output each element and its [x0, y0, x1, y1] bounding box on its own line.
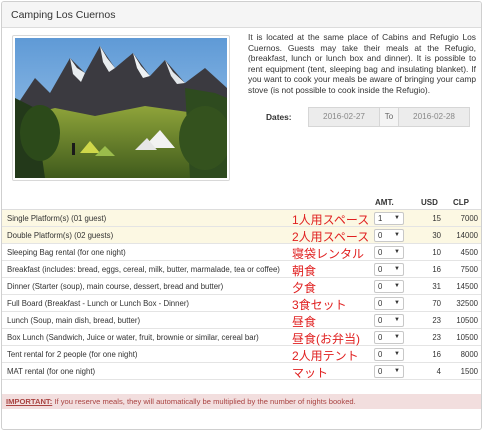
amount-select[interactable]: 0 ▼ [374, 314, 404, 327]
dates-row: Dates: 2016-02-27 To 2016-02-28 [248, 107, 476, 127]
table-row: Sleeping Bag rental (for one night) 寝袋レン… [2, 244, 481, 261]
chevron-down-icon: ▼ [394, 334, 400, 340]
dates-label: Dates: [266, 112, 292, 122]
price-usd: 31 [432, 282, 441, 291]
amount-select[interactable]: 0 ▼ [374, 331, 404, 344]
japanese-annotation: 夕食 [292, 281, 317, 295]
price-clp: 1500 [460, 367, 478, 376]
service-name: Box Lunch (Sandwich, Juice or water, fru… [7, 333, 259, 342]
service-name: MAT rental (for one night) [7, 367, 96, 376]
japanese-annotation: 昼食(お弁当) [292, 332, 360, 346]
amount-select[interactable]: 0 ▼ [374, 229, 404, 242]
amount-value: 0 [378, 265, 383, 274]
amount-value: 0 [378, 367, 383, 376]
table-row: Single Platform(s) (01 guest) 1人用スペース 1 ▼… [2, 210, 481, 227]
amount-value: 0 [378, 316, 383, 325]
header-usd: USD [421, 198, 438, 207]
amount-value: 0 [378, 231, 383, 240]
chevron-down-icon: ▼ [394, 215, 400, 221]
service-name: Full Board (Breakfast - Lunch or Lunch B… [7, 299, 190, 308]
price-usd: 30 [432, 231, 441, 240]
amount-select[interactable]: 0 ▼ [374, 348, 404, 361]
date-to-label: To [380, 107, 398, 127]
price-clp: 8000 [460, 350, 478, 359]
price-clp: 4500 [460, 248, 478, 257]
service-name: Tent rental for 2 people (for one night) [7, 350, 138, 359]
price-clp: 14000 [456, 231, 478, 240]
table-header: AMT. USD CLP [2, 192, 481, 210]
price-clp: 32500 [456, 299, 478, 308]
amount-value: 0 [378, 350, 383, 359]
japanese-annotation: マット [292, 366, 329, 380]
amount-value: 0 [378, 248, 383, 257]
service-name: Lunch (Soup, main dish, bread, butter) [7, 316, 141, 325]
japanese-annotation: 寝袋レンタル [292, 247, 365, 261]
japanese-annotation: 2人用テント [292, 349, 359, 363]
price-usd: 4 [436, 367, 441, 376]
price-usd: 70 [432, 299, 441, 308]
price-usd: 16 [432, 265, 441, 274]
price-usd: 15 [432, 214, 441, 223]
amount-value: 0 [378, 282, 383, 291]
chevron-down-icon: ▼ [394, 351, 400, 357]
table-row: MAT rental (for one night) マット 0 ▼ 4 1500 [2, 363, 481, 380]
amount-select[interactable]: 1 ▼ [374, 212, 404, 225]
chevron-down-icon: ▼ [394, 368, 400, 374]
date-to-input[interactable]: 2016-02-28 [398, 107, 470, 127]
header-clp: CLP [453, 198, 469, 207]
amount-select[interactable]: 0 ▼ [374, 280, 404, 293]
booking-panel: Camping Los Cuernos It is located at the… [1, 1, 482, 430]
amount-value: 0 [378, 299, 383, 308]
japanese-annotation: 1人用スペース [292, 213, 370, 227]
notice-text: If you reserve meals, they will automati… [52, 397, 356, 406]
price-clp: 10500 [456, 333, 478, 342]
price-usd: 16 [432, 350, 441, 359]
amount-select[interactable]: 0 ▼ [374, 263, 404, 276]
service-name: Single Platform(s) (01 guest) [7, 214, 107, 223]
campsite-photo-image [15, 38, 227, 178]
chevron-down-icon: ▼ [394, 283, 400, 289]
services-table: AMT. USD CLP Single Platform(s) (01 gues… [2, 192, 481, 380]
table-row: Full Board (Breakfast - Lunch or Lunch B… [2, 295, 481, 312]
panel-title: Camping Los Cuernos [2, 2, 481, 28]
price-clp: 10500 [456, 316, 478, 325]
campsite-photo [12, 35, 230, 181]
japanese-annotation: 昼食 [292, 315, 317, 329]
table-row: Breakfast (includes: bread, eggs, cereal… [2, 261, 481, 278]
price-usd: 10 [432, 248, 441, 257]
japanese-annotation: 3食セット [292, 298, 347, 312]
japanese-annotation: 2人用スペース [292, 230, 370, 244]
table-row: Tent rental for 2 people (for one night)… [2, 346, 481, 363]
table-row: Lunch (Soup, main dish, bread, butter) 昼… [2, 312, 481, 329]
table-row: Double Platform(s) (02 guests) 2人用スペース 0… [2, 227, 481, 244]
notice-strong: IMPORTANT: [6, 397, 53, 406]
amount-select[interactable]: 0 ▼ [374, 365, 404, 378]
price-clp: 7000 [460, 214, 478, 223]
service-name: Sleeping Bag rental (for one night) [7, 248, 126, 257]
price-usd: 23 [432, 316, 441, 325]
camp-description: It is located at the same place of Cabin… [248, 32, 476, 95]
meal-notice: IMPORTANT: If you reserve meals, they wi… [2, 394, 481, 409]
amount-select[interactable]: 0 ▼ [374, 246, 404, 259]
price-clp: 7500 [460, 265, 478, 274]
amount-value: 1 [378, 214, 383, 223]
service-name: Breakfast (includes: bread, eggs, cereal… [7, 265, 280, 274]
chevron-down-icon: ▼ [394, 249, 400, 255]
header-amt: AMT. [375, 198, 394, 207]
date-from-input[interactable]: 2016-02-27 [308, 107, 380, 127]
chevron-down-icon: ▼ [394, 300, 400, 306]
table-row: Box Lunch (Sandwich, Juice or water, fru… [2, 329, 481, 346]
service-name: Dinner (Starter (soup), main course, des… [7, 282, 224, 291]
amount-value: 0 [378, 333, 383, 342]
price-clp: 14500 [456, 282, 478, 291]
chevron-down-icon: ▼ [394, 317, 400, 323]
japanese-annotation: 朝食 [292, 264, 317, 278]
price-usd: 23 [432, 333, 441, 342]
table-row: Dinner (Starter (soup), main course, des… [2, 278, 481, 295]
chevron-down-icon: ▼ [394, 266, 400, 272]
chevron-down-icon: ▼ [394, 232, 400, 238]
service-name: Double Platform(s) (02 guests) [7, 231, 114, 240]
amount-select[interactable]: 0 ▼ [374, 297, 404, 310]
